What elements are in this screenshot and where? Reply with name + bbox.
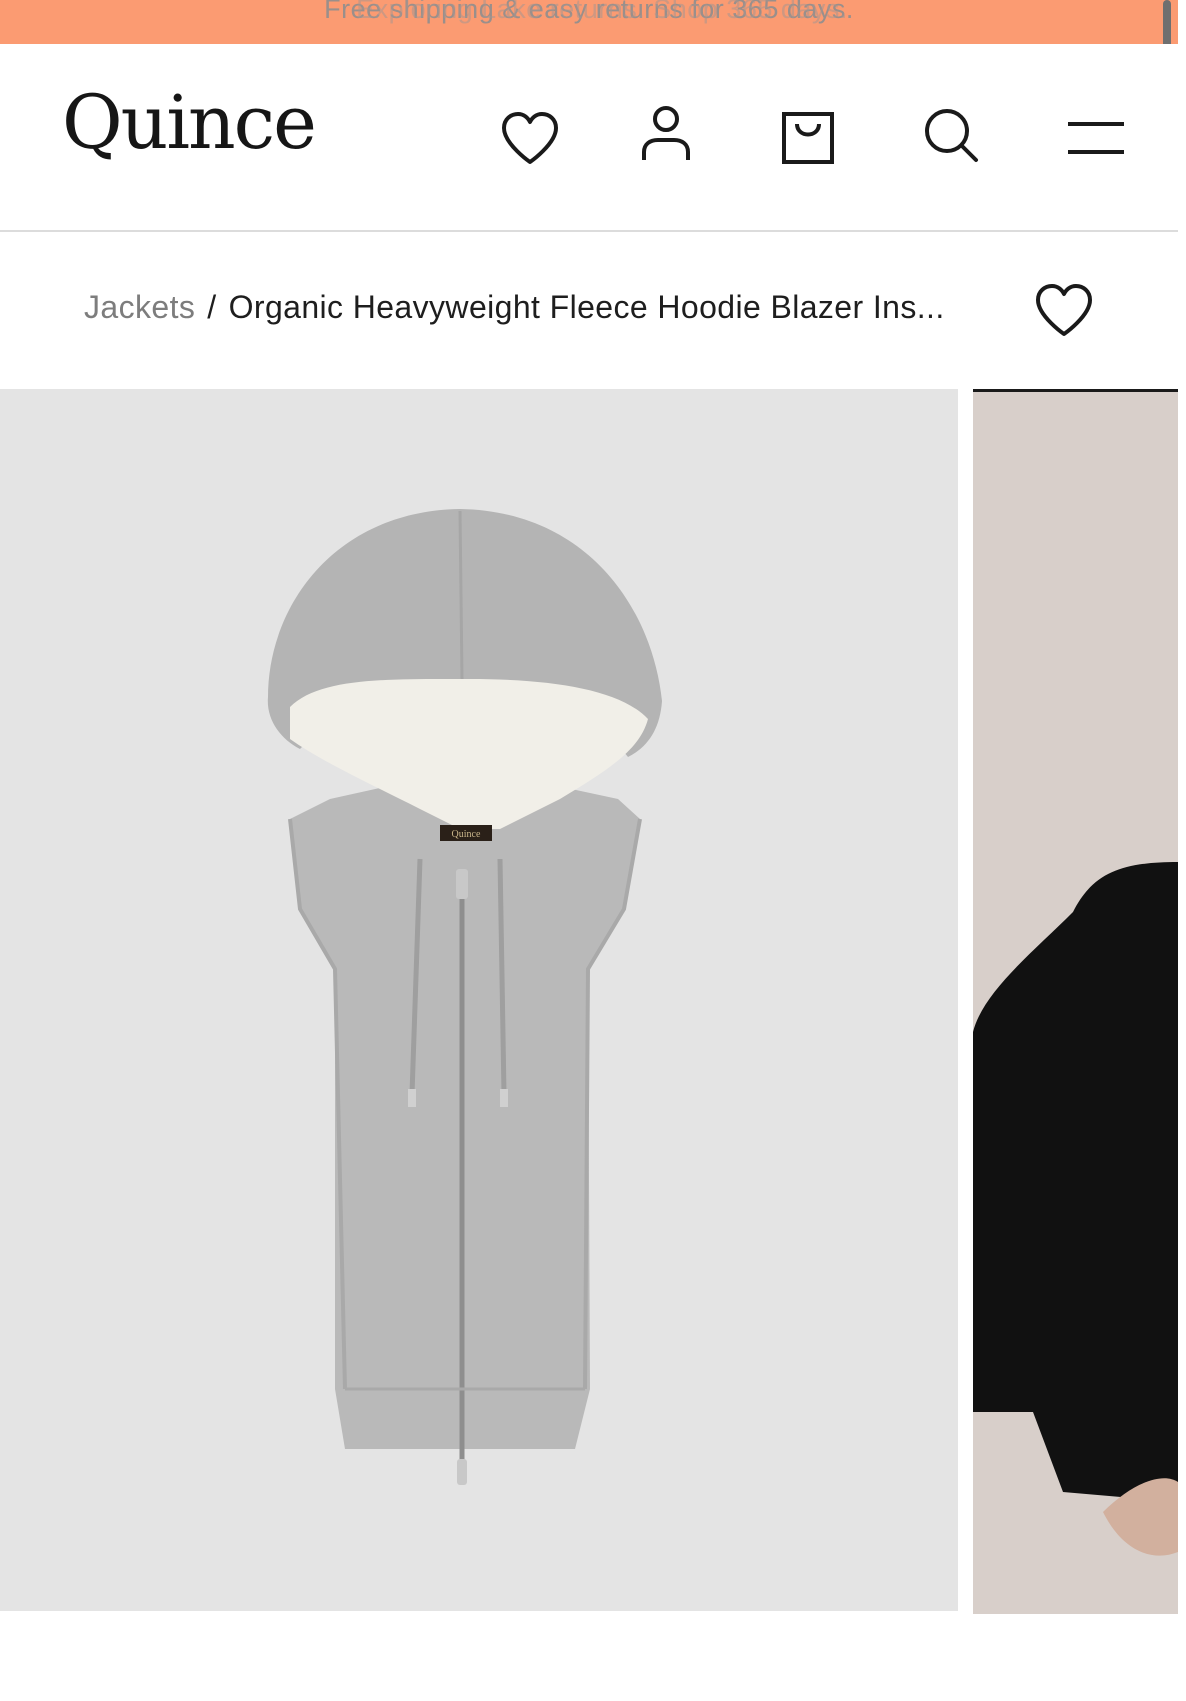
heart-icon [1036,284,1092,336]
site-header: Quince [0,44,1178,232]
breadcrumb-separator: / [207,289,217,325]
cart-button[interactable] [780,108,836,166]
hoodie-insert-image: Quince [267,509,662,1485]
brand-label: Quince [452,829,481,840]
menu-icon [1068,122,1124,154]
menu-button[interactable] [1066,118,1126,158]
promo-banner-secondary-text: Exploring Lake returns. Shop 365 days. [356,0,848,24]
search-icon [925,109,978,162]
heart-icon [502,112,558,164]
product-image-primary[interactable]: Quince [0,389,958,1611]
product-image-secondary[interactable] [973,389,1178,1614]
account-icon [642,106,690,160]
product-image-gallery[interactable]: Quince [0,389,1178,1614]
search-button[interactable] [922,106,982,166]
breadcrumb: Jackets / Organic Heavyweight Fleece Hoodi… [84,287,945,327]
account-button[interactable] [636,104,696,164]
logo[interactable]: Quince [62,86,317,160]
bag-icon [782,112,834,164]
model-image [973,862,1178,1556]
product-wishlist-button[interactable] [1034,282,1094,338]
breadcrumb-parent-link[interactable]: Jackets [84,289,195,325]
wishlist-button[interactable] [500,110,560,166]
promo-banner: Free shipping & easy returns for 365 day… [0,0,1178,44]
breadcrumb-current: Organic Heavyweight Fleece Hoodie Blazer… [228,289,945,325]
